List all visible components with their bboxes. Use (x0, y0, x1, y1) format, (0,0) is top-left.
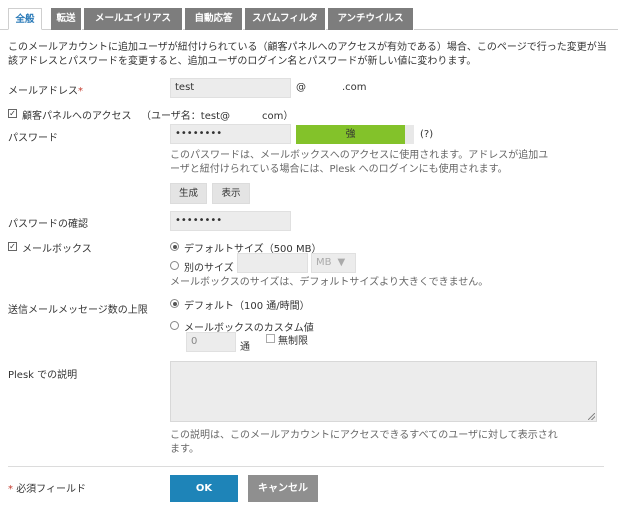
tab-antivirus[interactable]: アンチウイルス (328, 8, 414, 30)
chevron-down-icon: ▼ (337, 257, 346, 268)
mailbox-size-unit-value: MB (316, 257, 332, 268)
password-field[interactable]: •••••••• (170, 124, 291, 144)
tab-forwarding[interactable]: 転送 (51, 8, 82, 30)
customer-panel-username-prefix: （ユーザ名：test@ (141, 111, 231, 122)
outgoing-limit-unit: 通 (240, 342, 250, 353)
unlimited-label: 無制限 (278, 336, 308, 347)
required-fields-note: * 必須フィールド (8, 480, 86, 495)
email-field[interactable]: test (170, 78, 291, 98)
resize-handle-icon[interactable] (588, 413, 595, 420)
required-mark: * (78, 86, 83, 97)
mailbox-custom-size-label: 別のサイズ (184, 263, 234, 274)
outgoing-limit-default-label: デフォルト（100 通/時間） (184, 301, 310, 312)
mailbox-label: メールボックス (22, 244, 92, 255)
required-mark: * (8, 484, 13, 495)
mailbox-custom-size-radio[interactable] (170, 261, 179, 270)
description-label: Plesk での説明 (8, 370, 78, 381)
footer-divider (8, 466, 604, 467)
at-sign: @ (296, 82, 306, 93)
email-domain: .com (342, 82, 367, 93)
outgoing-limit-custom-input[interactable]: 0 (186, 332, 236, 352)
customer-panel-username-suffix: com） (262, 111, 294, 122)
info-note: このメールアカウントに追加ユーザが紐付けられている（顧客パネルへのアクセスが有効… (8, 42, 607, 67)
password-strength-meter: 強 (296, 125, 405, 144)
password-help-link[interactable]: (?) (420, 129, 433, 140)
mailbox-default-size-radio[interactable] (170, 242, 179, 251)
password-confirm-field[interactable]: •••••••• (170, 211, 291, 231)
mailbox-size-unit-select[interactable]: MB ▼ (311, 253, 356, 273)
tab-general[interactable]: 全般 (8, 8, 42, 30)
password-confirm-label: パスワードの確認 (8, 219, 88, 230)
mailbox-hint: メールボックスのサイズは、デフォルトサイズより大きくできません。 (170, 277, 489, 288)
tab-auto-reply[interactable]: 自動応答 (185, 8, 243, 30)
description-textarea[interactable] (170, 361, 597, 422)
mailbox-checkbox[interactable]: ✓ (8, 242, 17, 251)
password-hint: このパスワードは、メールボックスへのアクセスに使用されます。アドレスが追加ユーザ… (170, 150, 549, 175)
outgoing-limit-custom-radio[interactable] (170, 321, 179, 330)
tab-spam-filter[interactable]: スパムフィルタ (245, 8, 326, 30)
cancel-button[interactable]: キャンセル (248, 475, 318, 502)
ok-button[interactable]: OK (170, 475, 238, 502)
customer-panel-label: 顧客パネルへのアクセス (22, 111, 132, 122)
generate-password-button[interactable]: 生成 (170, 183, 207, 204)
customer-panel-checkbox[interactable]: ✓ (8, 109, 17, 118)
outgoing-limit-label: 送信メールメッセージ数の上限 (8, 305, 148, 316)
password-label: パスワード (8, 133, 58, 144)
show-password-button[interactable]: 表示 (212, 183, 250, 204)
tab-mail-aliases[interactable]: メールエイリアス (84, 8, 183, 30)
required-fields-note-text: 必須フィールド (16, 484, 86, 495)
email-label: メールアドレス* (8, 82, 83, 97)
unlimited-checkbox[interactable] (266, 334, 275, 343)
outgoing-limit-default-radio[interactable] (170, 299, 179, 308)
description-hint: この説明は、このメールアカウントにアクセスできるすべてのユーザに対して表示されま… (170, 430, 558, 455)
mailbox-custom-size-input[interactable] (237, 253, 308, 273)
email-label-text: メールアドレス (8, 86, 78, 97)
